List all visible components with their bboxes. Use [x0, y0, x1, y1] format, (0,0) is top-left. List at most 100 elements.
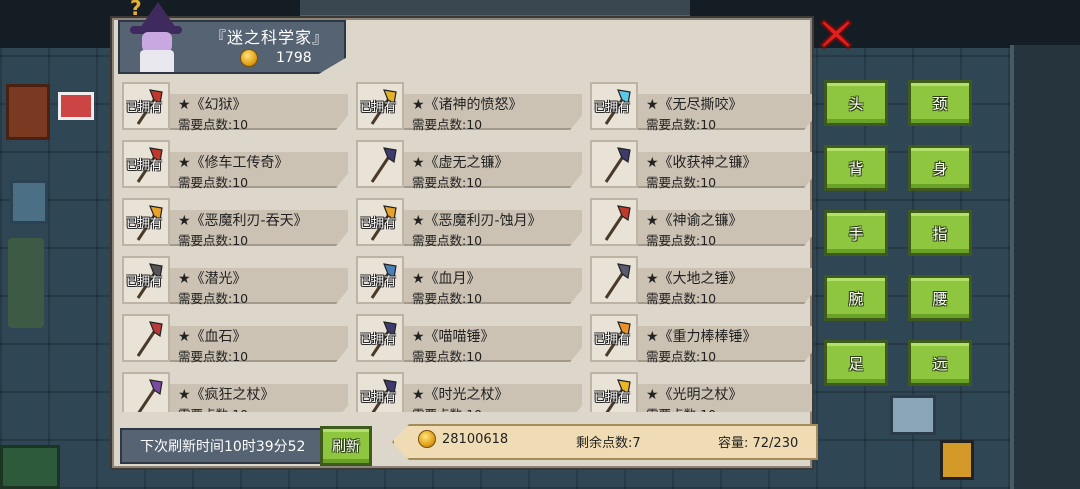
item-name: ★《虚无之镰》 — [412, 155, 509, 171]
item-cost: 需要点数:10 — [646, 117, 717, 132]
oracle-scythe-icon — [604, 205, 631, 241]
item-name: ★《恶魔利刃-吞天》 — [178, 213, 308, 229]
slot-body-button[interactable]: 身 — [908, 145, 972, 191]
owned-tag: 已拥有 — [594, 390, 631, 404]
item-name: ★《喵喵锤》 — [412, 329, 495, 345]
item-name: ★《诸神的愤怒》 — [412, 97, 523, 113]
status-currency: 28100618 — [418, 430, 508, 448]
shop-item[interactable]: 已拥有 ★《诸神的愤怒》 需要点数:10 — [352, 80, 582, 132]
earth-hammer-icon — [604, 263, 631, 299]
owned-tag: 已拥有 — [360, 274, 397, 288]
merchant-coins: 1798 — [240, 49, 312, 67]
shop-item[interactable]: 已拥有 ★《喵喵锤》 需要点数:10 — [352, 312, 582, 364]
wall-strip — [300, 0, 690, 18]
item-cost: 需要点数:10 — [646, 349, 717, 364]
merchant-avatar: ? — [126, 0, 186, 74]
item-cost: 需要点数:10 — [412, 404, 482, 412]
owned-tag: 已拥有 — [594, 332, 631, 346]
right-wall — [1010, 45, 1080, 489]
machine-prop — [890, 395, 936, 435]
owned-tag: 已拥有 — [126, 274, 163, 288]
item-name: ★《大地之锤》 — [646, 271, 743, 287]
shop-item[interactable]: 已拥有 ★《恶魔利刃-吞天》 需要点数:10 — [118, 196, 348, 248]
shop-item[interactable]: 已拥有 ★《重力棒棒锤》 需要点数:10 — [586, 312, 812, 364]
slot-wrist-button[interactable]: 腕 — [824, 275, 888, 321]
owned-tag: 已拥有 — [360, 100, 397, 114]
question-mark-icon: ? — [130, 0, 142, 20]
vending-prop — [940, 440, 974, 480]
item-cost: 需要点数:10 — [178, 117, 249, 132]
item-icon-frame: 已拥有 — [356, 82, 404, 130]
shop-item[interactable]: 已拥有 ★《恶魔利刃-蚀月》 需要点数:10 — [352, 196, 582, 248]
item-icon-frame: 已拥有 — [122, 140, 170, 188]
shop-item[interactable]: 已拥有 ★《幻狱》需要点数:10 — [118, 80, 348, 132]
item-cost: 需要点数:10 — [178, 404, 248, 412]
close-icon — [819, 18, 853, 50]
shop-item[interactable]: ★《收获神之镰》 需要点数:10 — [586, 138, 812, 190]
item-name: ★《恶魔利刃-蚀月》 — [412, 213, 542, 229]
shop-item[interactable]: 已拥有 ★《修车工传奇》 需要点数:10 — [118, 138, 348, 190]
shop-item[interactable]: ★《疯狂之杖》需要点数:10 — [118, 370, 348, 412]
item-icon-frame: 已拥有 — [122, 82, 170, 130]
shop-item[interactable]: ★《大地之锤》 需要点数:10 — [586, 254, 812, 306]
refresh-button[interactable]: 刷新 — [320, 426, 372, 466]
item-name: ★《幻狱》 — [178, 97, 247, 113]
item-icon-frame: 已拥有 — [356, 314, 404, 362]
madness-staff-icon — [137, 379, 163, 412]
item-name: ★《血石》 — [178, 329, 247, 345]
slot-head-button[interactable]: 头 — [824, 80, 888, 126]
slot-back-button[interactable]: 背 — [824, 145, 888, 191]
item-name: ★《收获神之镰》 — [646, 155, 757, 171]
item-icon-frame: 已拥有 — [356, 372, 404, 412]
currency-value: 28100618 — [442, 431, 509, 447]
slot-ranged-button[interactable]: 远 — [908, 340, 972, 386]
merchant-face — [142, 32, 172, 52]
shop-item[interactable]: 已拥有 ★《血月》 需要点数:10 — [352, 254, 582, 306]
slot-foot-button[interactable]: 足 — [824, 340, 888, 386]
item-icon-frame: 已拥有 — [356, 198, 404, 246]
owned-tag: 已拥有 — [360, 332, 397, 346]
owned-tag: 已拥有 — [126, 100, 163, 114]
wizard-hat-icon — [140, 2, 176, 28]
shop-item[interactable]: 已拥有 ★《无尽撕咬》 需要点数:10 — [586, 80, 812, 132]
item-name: ★《疯狂之杖》 — [178, 387, 275, 403]
item-icon-frame: 已拥有 — [590, 314, 638, 362]
slot-neck-button[interactable]: 颈 — [908, 80, 972, 126]
shop-item[interactable]: ★《神谕之镰》 需要点数:10 — [586, 196, 812, 248]
item-name: ★《潜光》 — [178, 271, 247, 287]
shop-item[interactable]: 已拥有 ★《光明之杖》需要点数:10 — [586, 370, 812, 412]
close-button[interactable] — [818, 16, 854, 52]
owned-tag: 已拥有 — [126, 158, 163, 172]
item-cost: 需要点数:10 — [412, 233, 483, 248]
item-icon-frame: 已拥有 — [122, 256, 170, 304]
shop-item[interactable]: 已拥有 ★《潜光》 需要点数:10 — [118, 254, 348, 306]
shop-item[interactable]: ★《血石》需要点数:10 — [118, 312, 348, 364]
item-name: ★《修车工传奇》 — [178, 155, 289, 171]
item-name: ★《神谕之镰》 — [646, 213, 743, 229]
shelf-prop — [10, 180, 48, 224]
item-cost: 需要点数:10 — [412, 175, 483, 190]
item-cost: 需要点数:10 — [178, 349, 249, 364]
item-name: ★《时光之杖》 — [412, 387, 509, 403]
item-icon-frame — [122, 372, 170, 412]
slot-hand-button[interactable]: 手 — [824, 210, 888, 256]
item-name: ★《无尽撕咬》 — [646, 97, 743, 113]
slot-finger-button[interactable]: 指 — [908, 210, 972, 256]
owned-tag: 已拥有 — [126, 216, 163, 230]
gold-coin-icon — [240, 49, 258, 67]
plant-prop — [8, 238, 44, 328]
shop-item[interactable]: 已拥有 ★《时光之杖》需要点数:10 — [352, 370, 582, 412]
owned-tag: 已拥有 — [594, 100, 631, 114]
item-icon-frame: 已拥有 — [590, 82, 638, 130]
item-icon-frame: 已拥有 — [122, 198, 170, 246]
item-icon-frame — [590, 140, 638, 188]
slot-waist-button[interactable]: 腰 — [908, 275, 972, 321]
item-cost: 需要点数:10 — [412, 117, 483, 132]
item-cost: 需要点数:10 — [646, 291, 717, 306]
shop-item[interactable]: ★《虚无之镰》 需要点数:10 — [352, 138, 582, 190]
item-cost: 需要点数:10 — [412, 291, 483, 306]
gold-coin-icon — [418, 430, 436, 448]
merchant-robe — [140, 50, 174, 72]
harvest-scythe-icon — [604, 147, 631, 183]
item-grid: 已拥有 ★《幻狱》 需要点数:10 已拥有 ★《诸神的愤怒》 需要点数:10 已拥有 ★《无尽… — [118, 80, 812, 412]
